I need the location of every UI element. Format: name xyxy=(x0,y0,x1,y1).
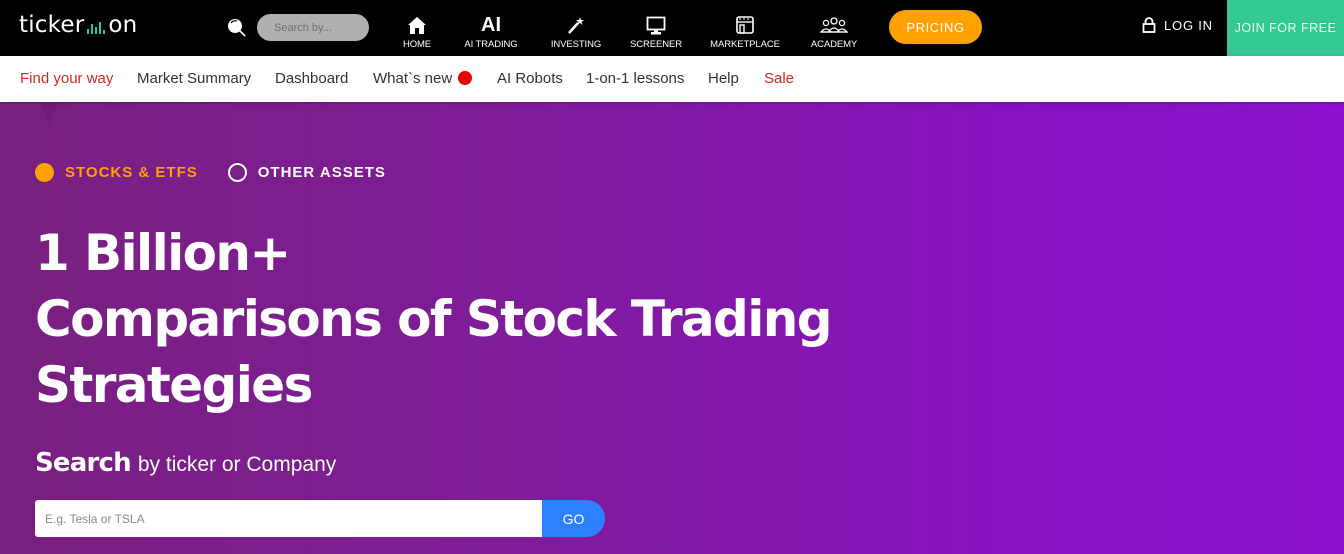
hero-headline: 1 Billion+ Comparisons of Stock Trading … xyxy=(35,220,833,418)
radio-stocks-etfs[interactable]: STOCKS & ETFS xyxy=(35,163,198,182)
lock-icon xyxy=(1142,17,1156,33)
ai-text-icon: AI xyxy=(481,7,501,35)
headline-line-3: Strategies xyxy=(35,356,313,414)
go-button[interactable]: GO xyxy=(542,500,605,537)
logo-bars-icon xyxy=(87,22,106,34)
hero-section: STOCKS & ETFS OTHER ASSETS 1 Billion+ Co… xyxy=(0,102,1344,554)
login-link[interactable]: LOG IN xyxy=(1142,14,1213,36)
subnav-market-summary[interactable]: Market Summary xyxy=(137,70,251,87)
headline-line-1: 1 Billion+ xyxy=(35,224,291,282)
join-for-free-button[interactable]: JOIN FOR FREE xyxy=(1227,0,1344,56)
home-icon xyxy=(407,7,427,35)
radio-unselected-indicator xyxy=(227,163,247,182)
subnav-sale[interactable]: Sale xyxy=(764,70,794,87)
subnav-help[interactable]: Help xyxy=(708,70,739,87)
nav-investing[interactable]: INVESTING xyxy=(548,0,604,56)
radio-stocks-label: STOCKS & ETFS xyxy=(65,164,198,181)
ai-icon-text: AI xyxy=(481,14,501,36)
login-label: LOG IN xyxy=(1164,17,1213,33)
subnav-1on1-lessons[interactable]: 1-on-1 lessons xyxy=(586,70,684,87)
search-heading-bold: Search xyxy=(35,448,132,478)
nav-screener-label: SCREENER xyxy=(630,39,682,50)
dropdown-notch xyxy=(40,102,58,124)
store-icon xyxy=(735,7,755,35)
nav-home[interactable]: HOME xyxy=(397,0,437,56)
logo-text-right: on xyxy=(108,12,138,38)
asset-type-selector: STOCKS & ETFS OTHER ASSETS xyxy=(35,163,386,182)
new-badge-dot xyxy=(458,71,472,85)
subnav-ai-robots[interactable]: AI Robots xyxy=(497,70,563,87)
radio-other-assets[interactable]: OTHER ASSETS xyxy=(227,163,386,182)
magic-wand-icon xyxy=(566,7,586,35)
logo-text-left: ticker xyxy=(19,12,85,38)
ticker-search-form: GO xyxy=(35,500,605,537)
nav-academy[interactable]: ACADEMY xyxy=(808,0,860,56)
monitor-icon xyxy=(646,7,666,35)
tickeron-logo[interactable]: ticker on xyxy=(19,11,137,39)
radio-selected-indicator xyxy=(35,163,54,182)
search-heading: Search by ticker or Company xyxy=(35,448,336,478)
nav-investing-label: INVESTING xyxy=(550,39,602,50)
subnav-dashboard[interactable]: Dashboard xyxy=(275,70,348,87)
radio-other-label: OTHER ASSETS xyxy=(257,164,386,181)
subnav-whats-new[interactable]: What`s new xyxy=(373,70,452,87)
header-search-input[interactable] xyxy=(257,14,369,41)
pricing-button[interactable]: PRICING xyxy=(889,10,982,44)
people-group-icon xyxy=(820,7,848,35)
top-navbar: ticker on HOME AI AI TRADING INVESTING S… xyxy=(0,0,1344,56)
nav-marketplace[interactable]: MARKETPLACE xyxy=(710,0,780,56)
search-icon[interactable] xyxy=(226,17,248,39)
secondary-navbar: Find your way Market Summary Dashboard W… xyxy=(0,56,1344,102)
headline-line-2: Comparisons of Stock Trading xyxy=(35,290,833,348)
nav-screener[interactable]: SCREENER xyxy=(630,0,682,56)
subnav-find-your-way[interactable]: Find your way xyxy=(20,70,113,87)
search-heading-rest: by ticker or Company xyxy=(137,453,337,476)
nav-ai-trading-label: AI TRADING xyxy=(464,39,518,50)
ticker-search-input[interactable] xyxy=(35,500,542,537)
nav-ai-trading[interactable]: AI AI TRADING xyxy=(461,0,521,56)
nav-academy-label: ACADEMY xyxy=(810,39,858,50)
nav-home-label: HOME xyxy=(402,39,432,50)
nav-marketplace-label: MARKETPLACE xyxy=(710,39,780,50)
